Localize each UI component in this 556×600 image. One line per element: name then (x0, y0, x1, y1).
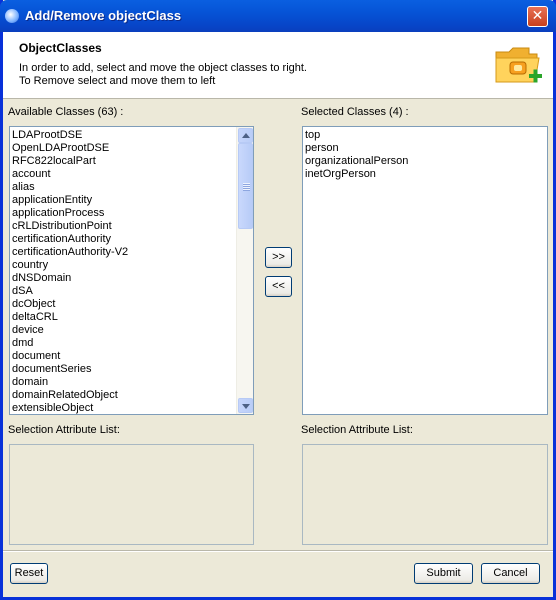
list-item[interactable]: organizationalPerson (305, 155, 547, 168)
close-button[interactable]: ✕ (527, 6, 548, 27)
selected-classes-label: Selected Classes (4) : (301, 106, 409, 118)
selected-classes-list[interactable]: top person organizationalPerson inetOrgP… (302, 126, 548, 415)
move-right-button[interactable]: >> (265, 247, 292, 268)
left-attribute-list-label: Selection Attribute List: (8, 424, 120, 436)
grip-icon (243, 183, 250, 191)
left-attribute-list[interactable] (9, 444, 254, 545)
scroll-down-arrow-icon[interactable] (238, 398, 253, 413)
list-item[interactable]: document (12, 350, 253, 363)
submit-button[interactable]: Submit (414, 563, 473, 584)
list-item[interactable]: domain (12, 376, 253, 389)
move-left-button[interactable]: << (265, 276, 292, 297)
reset-button[interactable]: Reset (10, 563, 48, 584)
list-item[interactable]: device (12, 324, 253, 337)
right-attribute-list[interactable] (302, 444, 548, 545)
list-item[interactable]: inetOrgPerson (305, 168, 547, 181)
title-bar[interactable]: Add/Remove objectClass ✕ (0, 0, 556, 32)
window-title: Add/Remove objectClass (25, 8, 182, 23)
list-item[interactable]: applicationProcess (12, 207, 253, 220)
list-item[interactable]: top (305, 129, 547, 142)
available-classes-list[interactable]: LDAProotDSE OpenLDAProotDSE RFC822localP… (9, 126, 254, 415)
list-item[interactable]: cRLDistributionPoint (12, 220, 253, 233)
list-item[interactable]: dNSDomain (12, 272, 253, 285)
scroll-thumb[interactable] (238, 143, 253, 229)
list-item[interactable]: country (12, 259, 253, 272)
list-item[interactable]: documentSeries (12, 363, 253, 376)
close-icon: ✕ (531, 8, 544, 24)
vertical-scrollbar[interactable] (236, 127, 253, 414)
list-item[interactable]: dSA (12, 285, 253, 298)
dialog-window: Add/Remove objectClass ✕ ObjectClasses I… (0, 0, 556, 600)
list-item[interactable]: dmd (12, 337, 253, 350)
cancel-button[interactable]: Cancel (481, 563, 540, 584)
scroll-up-arrow-icon[interactable] (238, 128, 253, 143)
list-item[interactable]: person (305, 142, 547, 155)
list-item[interactable]: applicationEntity (12, 194, 253, 207)
header-instruction-1: In order to add, select and move the obj… (19, 62, 307, 74)
available-classes-label: Available Classes (63) : (8, 106, 124, 118)
list-item[interactable]: deltaCRL (12, 311, 253, 324)
header-instruction-2: To Remove select and move them to left (19, 75, 216, 87)
header-title: ObjectClasses (19, 41, 102, 55)
list-item[interactable]: domainRelatedObject (12, 389, 253, 402)
dialog-header: ObjectClasses In order to add, select an… (3, 32, 553, 99)
list-item[interactable]: LDAProotDSE (12, 129, 253, 142)
list-item[interactable]: extensibleObject (12, 402, 253, 414)
list-item[interactable]: RFC822localPart (12, 155, 253, 168)
available-classes-items: LDAProotDSE OpenLDAProotDSE RFC822localP… (10, 127, 253, 414)
list-item[interactable]: account (12, 168, 253, 181)
list-item[interactable]: alias (12, 181, 253, 194)
list-item[interactable]: certificationAuthority-V2 (12, 246, 253, 259)
footer-separator (3, 550, 553, 552)
right-attribute-list-label: Selection Attribute List: (301, 424, 413, 436)
app-icon (5, 9, 19, 23)
list-item[interactable]: dcObject (12, 298, 253, 311)
list-item[interactable]: certificationAuthority (12, 233, 253, 246)
selected-classes-items: top person organizationalPerson inetOrgP… (303, 127, 547, 181)
list-item[interactable]: OpenLDAProotDSE (12, 142, 253, 155)
folder-add-icon (495, 47, 542, 83)
